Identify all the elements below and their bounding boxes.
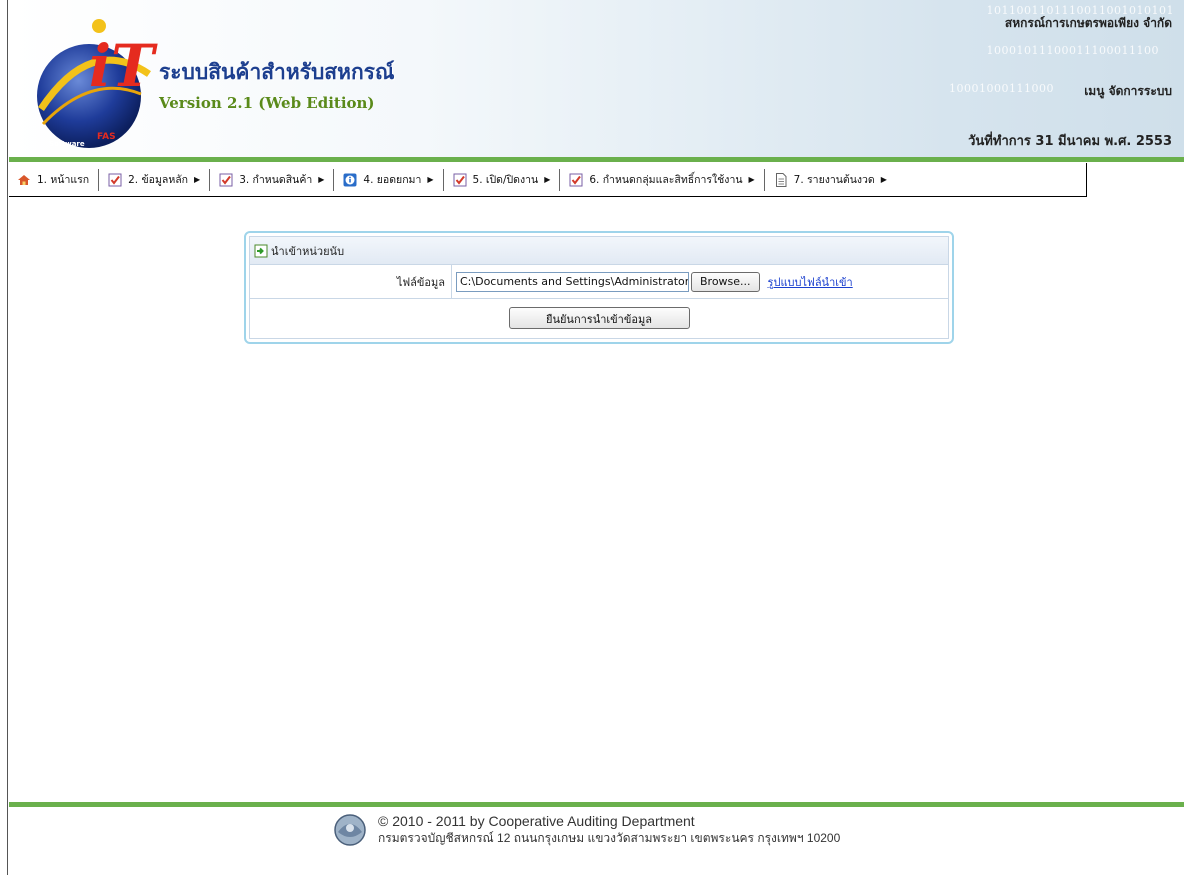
chevron-right-icon: ▶ <box>748 175 755 184</box>
menu-item-product-setup[interactable]: 3. กำหนดสินค้า ▶ <box>213 168 330 192</box>
chevron-right-icon: ▶ <box>544 175 551 184</box>
left-border <box>0 0 8 875</box>
menu-item-label: 4. ยอดยกมา <box>363 174 422 186</box>
menu-item-opening-balance[interactable]: 4. ยอดยกมา ▶ <box>337 168 439 192</box>
chevron-right-icon: ▶ <box>880 175 887 184</box>
chevron-right-icon: ▶ <box>427 175 434 184</box>
menu-item-label: 5. เปิด/ปิดงาน <box>472 174 539 186</box>
header-divider <box>9 157 1184 162</box>
menu-item-groups-permissions[interactable]: 6. กำหนดกลุ่มและสิทธิ์การใช้งาน ▶ <box>563 168 760 192</box>
browse-button[interactable]: Browse... <box>691 271 760 292</box>
file-label: ไฟล์ข้อมูล <box>250 265 452 298</box>
footer-divider <box>9 802 1184 807</box>
main-menu-bar: 1. หน้าแรก 2. ข้อมูลหลัก ▶ 3. กำหนดสินค้… <box>9 163 1087 197</box>
menu-item-label: 2. ข้อมูลหลัก <box>128 174 189 186</box>
address-text: กรมตรวจบัญชีสหกรณ์ 12 ถนนกรุงเกษม แขวงวั… <box>378 830 841 845</box>
checklist-icon <box>569 173 583 186</box>
chevron-right-icon: ▶ <box>318 175 325 184</box>
binary-decoration-3: 10001000111000 <box>949 82 1054 95</box>
binary-decoration-2: 10001011100011100011100 <box>986 44 1159 57</box>
svg-text:Software: Software <box>49 140 85 148</box>
organization-name: สหกรณ์การเกษตรพอเพียง จำกัด <box>1004 16 1172 30</box>
file-path-input[interactable]: C:\Documents and Settings\Administrator <box>456 271 689 292</box>
menu-item-label: 1. หน้าแรก <box>37 174 90 186</box>
department-seal-icon <box>334 814 366 846</box>
it-fas-logo: iT Software FAS <box>37 19 158 148</box>
menu-separator <box>442 168 444 191</box>
menu-separator <box>559 168 561 191</box>
document-icon <box>775 172 787 187</box>
chevron-right-icon: ▶ <box>194 175 201 184</box>
header-banner: 1011001101110011001010101 10001011100011… <box>9 0 1184 157</box>
confirm-import-button[interactable]: ยืนยันการนำเข้าข้อมูล <box>508 307 690 329</box>
import-units-panel: นำเข้าหน่วยนับ ไฟล์ข้อมูล C:\Documents a… <box>244 231 954 344</box>
app-title: ระบบสินค้าสำหรับสหกรณ์ <box>159 59 395 84</box>
menu-separator <box>98 168 100 191</box>
footer: © 2010 - 2011 by Cooperative Auditing De… <box>330 812 840 848</box>
checklist-icon <box>453 173 467 186</box>
system-menu-label: เมนู จัดการระบบ <box>1084 84 1172 98</box>
menu-item-open-close-period[interactable]: 5. เปิด/ปิดงาน ▶ <box>447 168 557 192</box>
menu-separator <box>333 168 335 191</box>
work-date: วันที่ทำการ 31 มีนาคม พ.ศ. 2553 <box>968 134 1172 149</box>
file-row: ไฟล์ข้อมูล C:\Documents and Settings\Adm… <box>250 265 948 299</box>
panel-header: นำเข้าหน่วยนับ <box>250 237 948 265</box>
menu-item-home[interactable]: 1. หน้าแรก <box>11 168 95 192</box>
confirm-row: ยืนยันการนำเข้าข้อมูล <box>250 299 948 337</box>
menu-separator <box>209 168 211 191</box>
info-icon <box>343 173 357 186</box>
menu-item-initial-reports[interactable]: 7. รายงานต้นงวด ▶ <box>768 168 893 192</box>
menu-item-label: 3. กำหนดสินค้า <box>239 174 313 186</box>
footer-text: © 2010 - 2011 by Cooperative Auditing De… <box>378 813 840 848</box>
home-icon <box>18 174 30 185</box>
menu-item-master-data[interactable]: 2. ข้อมูลหลัก ▶ <box>102 168 206 192</box>
menu-item-label: 7. รายงานต้นงวด <box>793 174 875 186</box>
menu-item-label: 6. กำหนดกลุ่มและสิทธิ์การใช้งาน <box>589 174 743 186</box>
import-form: นำเข้าหน่วยนับ ไฟล์ข้อมูล C:\Documents a… <box>249 236 949 339</box>
import-icon <box>254 244 268 257</box>
svg-text:FAS: FAS <box>97 132 116 142</box>
svg-text:iT: iT <box>89 32 158 100</box>
checklist-icon <box>219 173 233 186</box>
panel-title: นำเข้าหน่วยนับ <box>271 244 345 258</box>
checklist-icon <box>108 173 122 186</box>
copyright-text: © 2010 - 2011 by Cooperative Auditing De… <box>378 812 695 829</box>
menu-separator <box>763 168 765 191</box>
import-format-link[interactable]: รูปแบบไฟล์นำเข้า <box>768 273 853 291</box>
app-version: Version 2.1 (Web Edition) <box>159 94 375 112</box>
